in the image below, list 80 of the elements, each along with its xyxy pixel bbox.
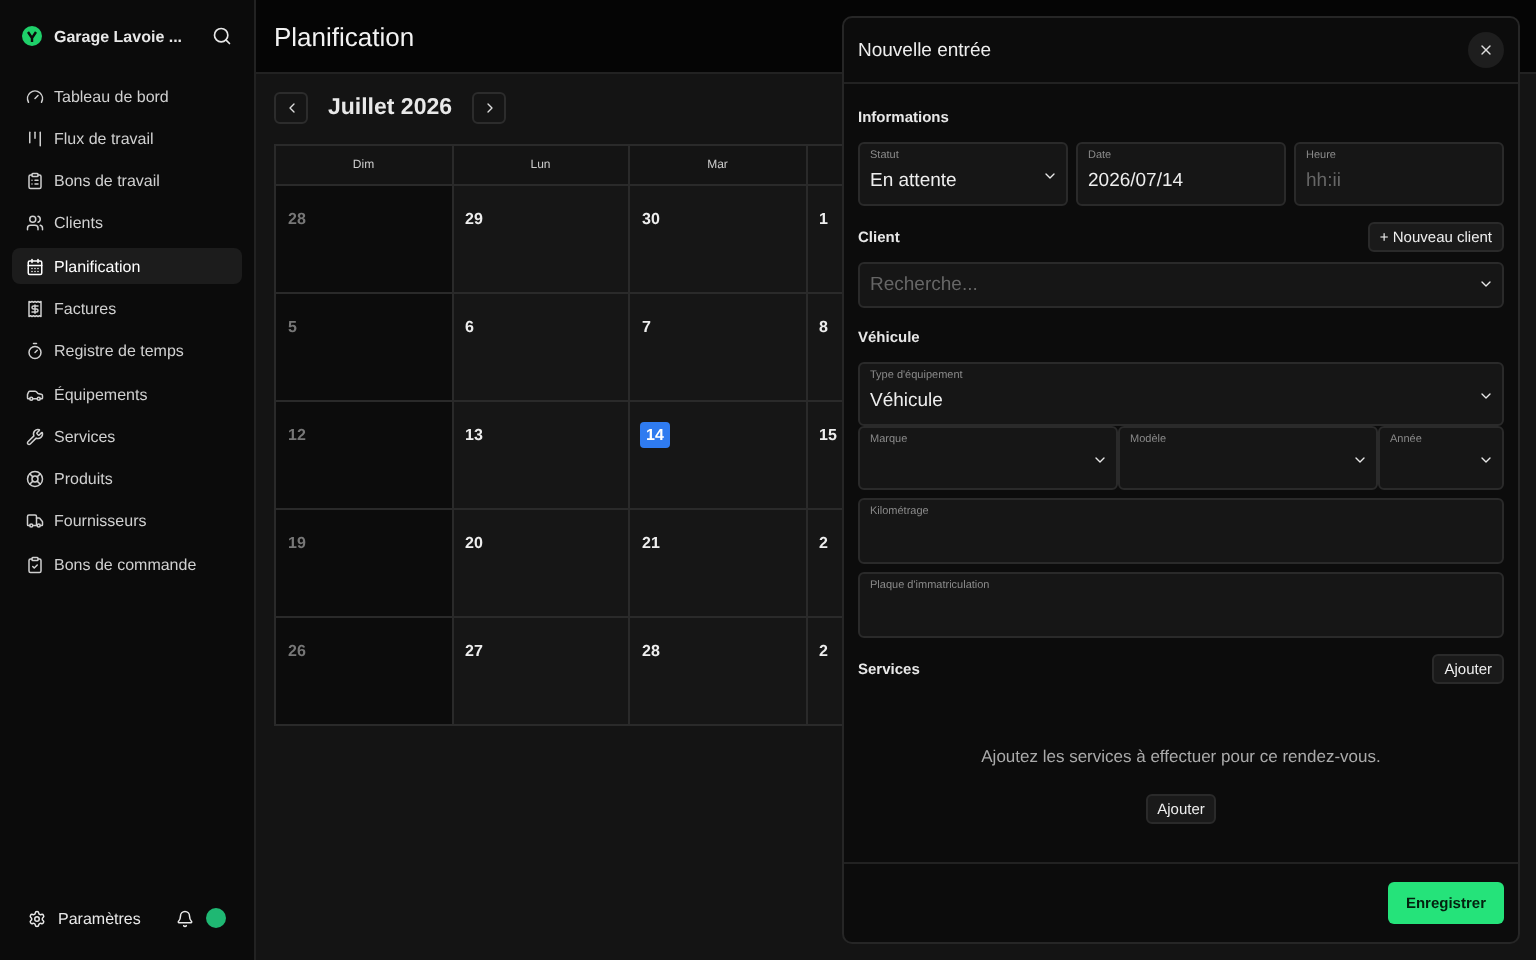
day-number: 27 [465, 642, 483, 660]
logo-icon [22, 26, 42, 46]
day-number: 6 [465, 318, 474, 336]
settings-link[interactable]: Paramètres [58, 909, 164, 927]
sidebar-item[interactable]: Bons de commande [12, 546, 242, 583]
clipboard-icon [26, 172, 44, 191]
chevron-icon [1092, 452, 1108, 468]
day-number: 30 [642, 210, 660, 228]
day-cell[interactable]: 28 [630, 618, 807, 726]
next-button[interactable] [472, 92, 507, 124]
chevron-icon [1478, 276, 1494, 292]
chevron-icon [1352, 452, 1368, 468]
brand-name: Garage Lavoie ... [54, 27, 185, 45]
day-number: 7 [642, 318, 651, 336]
receipt-icon [26, 299, 44, 318]
sidebar-item[interactable]: Clients [12, 205, 242, 242]
day-cell[interactable]: 28 [276, 186, 453, 294]
day-number: 1 [819, 210, 828, 228]
day-number: 2 [819, 642, 828, 660]
sidebar-item[interactable]: Tableau de bord [12, 78, 242, 114]
day-cell[interactable]: 30 [630, 186, 807, 294]
day-cell[interactable]: 21 [630, 510, 807, 618]
settings-icon[interactable] [28, 909, 46, 927]
sidebar-item[interactable]: Flux de travail [12, 120, 242, 157]
sidebar-item[interactable]: Fournisseurs [12, 503, 242, 540]
day-number: 8 [819, 318, 828, 336]
clipboard-icon [26, 555, 44, 574]
day-number: 14 [640, 422, 670, 448]
day-number: 15 [819, 426, 837, 444]
calendar-icon [26, 257, 44, 276]
chevron-icon [1478, 452, 1494, 468]
day-number: 29 [465, 210, 483, 228]
search-icon[interactable] [212, 26, 232, 46]
month-title: Juillet 2026 [328, 96, 453, 120]
empty-message: Ajoutez les services à effectuer pour ce rendez-vous. [981, 746, 1381, 766]
truck-icon [26, 512, 44, 531]
day-cell[interactable]: 20 [453, 510, 630, 618]
gauge-icon [26, 87, 44, 105]
previous-button[interactable] [274, 92, 308, 124]
car-icon [26, 385, 44, 404]
day-number: 5 [288, 318, 297, 336]
users-icon [26, 214, 44, 233]
day-cell[interactable]: 13 [453, 402, 630, 510]
sidebar-item[interactable]: Produits [12, 461, 242, 498]
day-number: 28 [642, 642, 660, 660]
sidebar-item[interactable]: Planification [12, 248, 242, 285]
day-cell[interactable]: 26 [276, 618, 453, 726]
sidebar-item[interactable]: Bons de travail [12, 163, 242, 200]
day-number: 20 [465, 534, 483, 552]
sidebar-item[interactable]: Équipements [12, 376, 242, 413]
day-number: 19 [288, 534, 306, 552]
chevron-icon [1478, 388, 1494, 404]
page-title: Planification [274, 21, 415, 51]
day-cell[interactable]: 12 [276, 402, 453, 510]
sidebar-item[interactable]: Factures [12, 290, 242, 327]
day-number: 28 [288, 210, 306, 228]
day-number: 26 [288, 642, 306, 660]
drawer-title: Nouvelle entrée [858, 39, 992, 61]
wheel-icon [26, 470, 44, 489]
day-cell[interactable]: 5 [276, 294, 453, 402]
day-number: 21 [642, 534, 660, 552]
day-number: 13 [465, 426, 483, 444]
day-cell[interactable]: 6 [453, 294, 630, 402]
close-button[interactable] [1468, 32, 1504, 68]
wrench-icon [26, 427, 44, 446]
day-number: 12 [288, 426, 306, 444]
day-cell[interactable]: 27 [453, 618, 630, 726]
kanban-icon [26, 129, 44, 148]
day-cell[interactable]: 14 [630, 402, 807, 510]
sidebar-item[interactable]: Registre de temps [12, 333, 242, 370]
chevron-icon [1042, 168, 1058, 184]
day-cell[interactable]: 19 [276, 510, 453, 618]
day-cell[interactable]: 7 [630, 294, 807, 402]
avatar[interactable] [206, 908, 226, 928]
sidebar-item[interactable]: Services [12, 418, 242, 455]
day-cell[interactable]: 29 [453, 186, 630, 294]
bell-icon[interactable] [176, 909, 194, 927]
close-icon [1478, 42, 1494, 58]
timer-icon [26, 342, 44, 361]
day-number: 2 [819, 534, 828, 552]
